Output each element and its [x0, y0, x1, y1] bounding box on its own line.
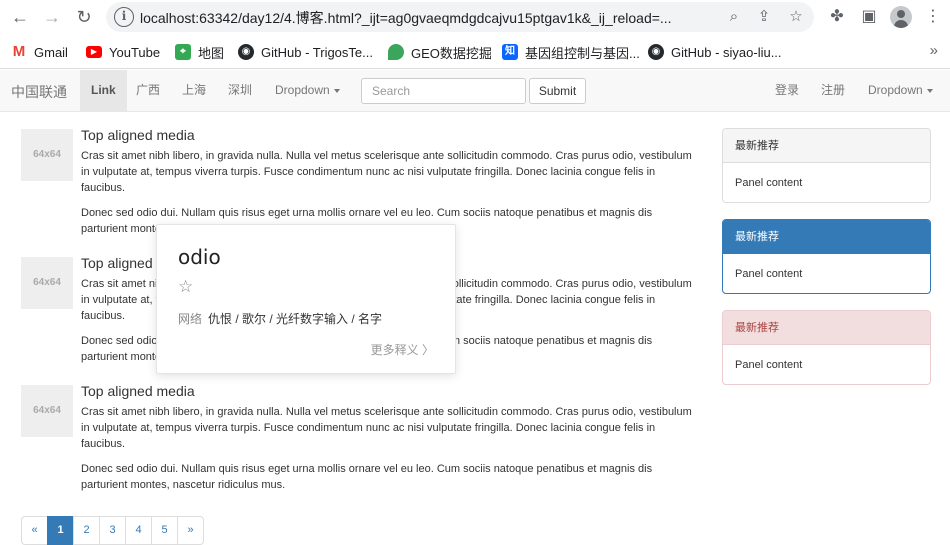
more-definitions-link[interactable]: 更多释义 〉: [371, 341, 434, 358]
media-thumbnail: 64x64: [21, 257, 73, 309]
bookmark-label: YouTube: [109, 44, 161, 60]
url-text[interactable]: localhost:63342/day12/4.博客.html?_ijt=ag0…: [140, 8, 722, 28]
caret-down-icon: [926, 88, 933, 93]
nav-dropdown-right[interactable]: Dropdown: [857, 70, 944, 111]
site-navbar: 中国联通 Link 广西 上海 深圳 Dropdown Search Submi…: [0, 70, 950, 112]
menu-icon[interactable]: ⋮: [922, 6, 944, 28]
dropdown-label: Dropdown: [275, 83, 330, 97]
browser-toolbar: ← → ↻ i localhost:63342/day12/4.博客.html?…: [0, 0, 950, 34]
nav-link-login[interactable]: 登录: [764, 70, 810, 111]
more-bookmarks-icon[interactable]: »: [930, 42, 938, 59]
bookmark-maps[interactable]: ⌖ 地图: [175, 43, 224, 61]
media-thumbnail: 64x64: [21, 385, 73, 437]
search-input[interactable]: Search: [361, 78, 526, 104]
share-icon[interactable]: ⇪: [754, 7, 774, 27]
caret-down-icon: [333, 88, 340, 93]
panel-heading: 最新推荐: [723, 220, 930, 254]
zoom-icon[interactable]: ⌕: [724, 7, 744, 27]
bookmark-label: GEO数据挖掘: [411, 45, 492, 61]
panel-body: Panel content: [735, 359, 803, 371]
nav-dropdown-left[interactable]: Dropdown: [264, 70, 351, 111]
nav-link-link[interactable]: Link: [80, 70, 127, 111]
page-5[interactable]: 5: [151, 516, 178, 545]
gmail-icon: M: [11, 43, 27, 60]
nav-link-guangxi[interactable]: 广西: [125, 70, 171, 111]
dictionary-popup: odio ☆ 网络 仇恨 / 歌尔 / 光纤数字输入 / 名字 更多释义 〉: [156, 224, 456, 374]
panel-heading: 最新推荐: [723, 129, 930, 163]
media-paragraph: Cras sit amet nibh libero, in gravida nu…: [81, 406, 692, 450]
nav-link-shanghai[interactable]: 上海: [171, 70, 217, 111]
media-paragraph: Cras sit amet nibh libero, in gravida nu…: [81, 150, 692, 194]
youtube-icon: ▶: [86, 46, 102, 58]
bookmark-label: Gmail: [34, 44, 68, 60]
page-prev[interactable]: «: [21, 516, 48, 545]
panel-body: Panel content: [735, 268, 803, 280]
definition-source-tag: 网络: [178, 312, 203, 326]
page-3[interactable]: 3: [99, 516, 126, 545]
favorite-star-icon[interactable]: ☆: [178, 277, 193, 297]
bookmark-gmail[interactable]: M Gmail: [11, 43, 68, 61]
page-2[interactable]: 2: [73, 516, 100, 545]
bookmark-github-siyao[interactable]: ◉ GitHub - siyao-liu...: [648, 43, 782, 61]
github-icon: ◉: [238, 44, 254, 60]
page-4[interactable]: 4: [125, 516, 152, 545]
popup-definition: 网络 仇恨 / 歌尔 / 光纤数字输入 / 名字: [178, 310, 382, 327]
zhihu-icon: 知: [502, 44, 518, 60]
forward-icon[interactable]: →: [40, 5, 64, 29]
media-body: Top aligned media Cras sit amet nibh lib…: [81, 383, 696, 502]
definition-text: 仇恨 / 歌尔 / 光纤数字输入 / 名字: [208, 312, 383, 326]
media-thumbnail: 64x64: [21, 129, 73, 181]
nav-link-shenzhen[interactable]: 深圳: [217, 70, 263, 111]
nav-link-register[interactable]: 注册: [810, 70, 856, 111]
reload-icon[interactable]: ↻: [72, 5, 96, 29]
bookmark-geo[interactable]: GEO数据挖掘: [388, 43, 492, 61]
site-info-icon[interactable]: i: [114, 7, 134, 27]
media-heading: Top aligned media: [81, 383, 195, 399]
popup-word: odio: [178, 245, 221, 269]
media-heading: Top aligned media: [81, 127, 195, 143]
extensions-icon[interactable]: ✤: [826, 6, 848, 28]
panel-primary: 最新推荐 Panel content: [722, 219, 931, 294]
panel-heading: 最新推荐: [723, 311, 930, 345]
bookmark-star-icon[interactable]: ☆: [786, 7, 806, 27]
bookmark-label: 地图: [198, 45, 225, 61]
side-panel-icon[interactable]: ▣: [858, 6, 880, 28]
bookmark-label: 基因组控制与基因...: [525, 45, 640, 61]
bookmark-github-trigos[interactable]: ◉ GitHub - TrigosTe...: [238, 43, 373, 61]
submit-button[interactable]: Submit: [529, 78, 586, 104]
media-paragraph: Donec sed odio dui. Nullam quis risus eg…: [81, 463, 653, 491]
navbar-brand[interactable]: 中国联通: [11, 82, 67, 102]
bookmark-youtube[interactable]: ▶ YouTube: [86, 43, 160, 61]
pagination: « 1 2 3 4 5 »: [21, 516, 204, 545]
panel-danger: 最新推荐 Panel content: [722, 310, 931, 385]
profile-avatar[interactable]: [890, 6, 912, 28]
back-icon[interactable]: ←: [8, 5, 32, 29]
address-bar[interactable]: i localhost:63342/day12/4.博客.html?_ijt=a…: [106, 2, 814, 32]
bookmarks-bar: M Gmail ▶ YouTube ⌖ 地图 ◉ GitHub - Trigos…: [0, 34, 950, 69]
github-icon: ◉: [648, 44, 664, 60]
bookmark-zhihu[interactable]: 知 基因组控制与基因...: [502, 43, 640, 61]
panel-default: 最新推荐 Panel content: [722, 128, 931, 203]
bookmark-label: GitHub - siyao-liu...: [671, 44, 782, 60]
dropdown-label: Dropdown: [868, 83, 923, 97]
panel-body: Panel content: [735, 177, 803, 189]
page-next[interactable]: »: [177, 516, 204, 545]
page-1[interactable]: 1: [47, 516, 74, 545]
maps-icon: ⌖: [175, 44, 191, 60]
geo-icon: [388, 44, 404, 60]
bookmark-label: GitHub - TrigosTe...: [261, 44, 373, 60]
